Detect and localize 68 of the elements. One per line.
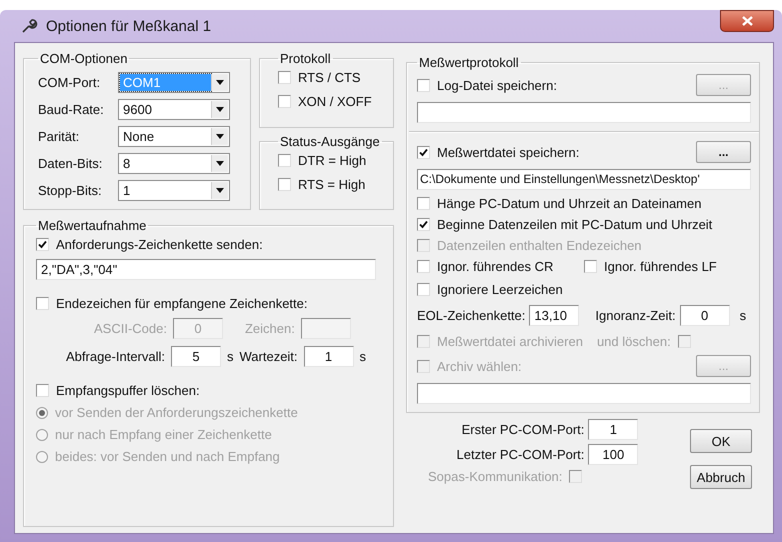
radio-label: beides: vor Senden und nach Empfang (55, 449, 280, 464)
checkbox[interactable]: Meßwertdatei speichern: (417, 144, 580, 160)
close-button[interactable] (720, 10, 774, 32)
checkbox[interactable]: Beginne Datenzeilen mit PC-Datum und Uhrzeit (417, 217, 751, 232)
field-label: Letzter PC-COM-Port: (456, 447, 584, 462)
checkbox[interactable]: Empfangspuffer löschen: (36, 383, 385, 398)
checkbox[interactable]: Log-Datei speichern: (417, 78, 557, 92)
window-title: Optionen für Meßkanal 1 (46, 18, 212, 34)
checkbox[interactable]: Ignor. führendes CR (417, 259, 554, 274)
checkmark-icon (419, 220, 428, 229)
input-field[interactable]: 0 (680, 305, 730, 326)
field-label: Wartezeit: (240, 349, 298, 364)
dialog-button[interactable]: Abbruch (690, 465, 752, 489)
group-title: COM-Optionen (39, 51, 128, 66)
group-title: Status-Ausgänge (279, 134, 381, 148)
dialog-button[interactable]: OK (690, 429, 752, 453)
dropdown[interactable]: None (118, 126, 230, 147)
field-label: ASCII-Code: (94, 321, 167, 336)
unit-label: s (360, 349, 366, 364)
radio-label: vor Senden der Anforderungszeichenkette (55, 405, 298, 420)
group-title: Meßwertaufnahme (37, 218, 148, 233)
checkbox[interactable]: XON / XOFF (278, 94, 385, 109)
input-field[interactable]: C:\Dokumente und Einstellungen\Messnetz\Desktop' (417, 169, 751, 190)
input-field[interactable]: 1 (304, 346, 354, 367)
checkbox[interactable]: RTS / CTS (278, 70, 385, 85)
checkbox[interactable]: Ignoriere Leerzeichen (417, 282, 751, 297)
checkbox[interactable]: DTR = High (278, 152, 385, 168)
input-field[interactable]: 2,"DA",3,"04" (36, 259, 376, 280)
dropdown[interactable]: 8 (118, 153, 230, 174)
input-field[interactable]: 5 (171, 346, 221, 367)
dropdown[interactable]: 1 (118, 180, 230, 201)
caret-icon (216, 188, 224, 193)
radio-label: nur nach Empfang einer Zeichenkette (55, 427, 272, 442)
field-label: Zeichen: (244, 321, 295, 336)
caret-icon (216, 161, 224, 166)
checkmark-icon (38, 240, 47, 249)
unit-label: s (740, 308, 746, 323)
field-label: Erster PC-COM-Port: (462, 422, 584, 437)
caret-icon (216, 134, 224, 139)
group-title: Meßwertprotokoll (418, 55, 520, 70)
input-field[interactable]: 100 (588, 444, 638, 465)
input-field[interactable]: 13,10 (529, 305, 580, 326)
checkbox[interactable]: Hänge PC-Datum und Uhrzeit an Dateinamen (417, 196, 751, 211)
field-label: Baud-Rate: (38, 102, 105, 117)
unit-label: s (227, 349, 234, 364)
browse-button[interactable]: ... (696, 141, 751, 163)
input-field[interactable] (417, 102, 751, 123)
field-label: COM-Port: (38, 75, 102, 90)
input-field[interactable] (417, 383, 751, 404)
caret-icon (216, 107, 224, 112)
input-field[interactable] (300, 318, 351, 339)
checkbox[interactable]: Ignor. führendes LF (584, 259, 717, 274)
field-label: EOL-Zeichenkette: (417, 308, 526, 323)
input-field[interactable]: 1 (588, 419, 638, 440)
field-label: Stopp-Bits: (38, 183, 103, 198)
caret-icon (216, 80, 224, 85)
checkbox[interactable]: Endezeichen für empfangene Zeichenkette: (36, 296, 385, 311)
field-label: Daten-Bits: (38, 156, 104, 171)
checkbox[interactable]: Anforderungs-Zeichenkette senden: (36, 237, 385, 252)
checkbox[interactable]: RTS = High (278, 176, 385, 192)
wrench-icon (20, 17, 38, 35)
field-label: Abfrage-Intervall: (66, 349, 165, 364)
field-label: Ignoranz-Zeit: (595, 308, 676, 323)
dropdown[interactable]: 9600 (118, 99, 230, 120)
close-icon (742, 16, 752, 26)
checkmark-icon (419, 148, 428, 156)
group-title: Protokoll (279, 51, 332, 66)
field-label: Parität: (38, 129, 80, 144)
